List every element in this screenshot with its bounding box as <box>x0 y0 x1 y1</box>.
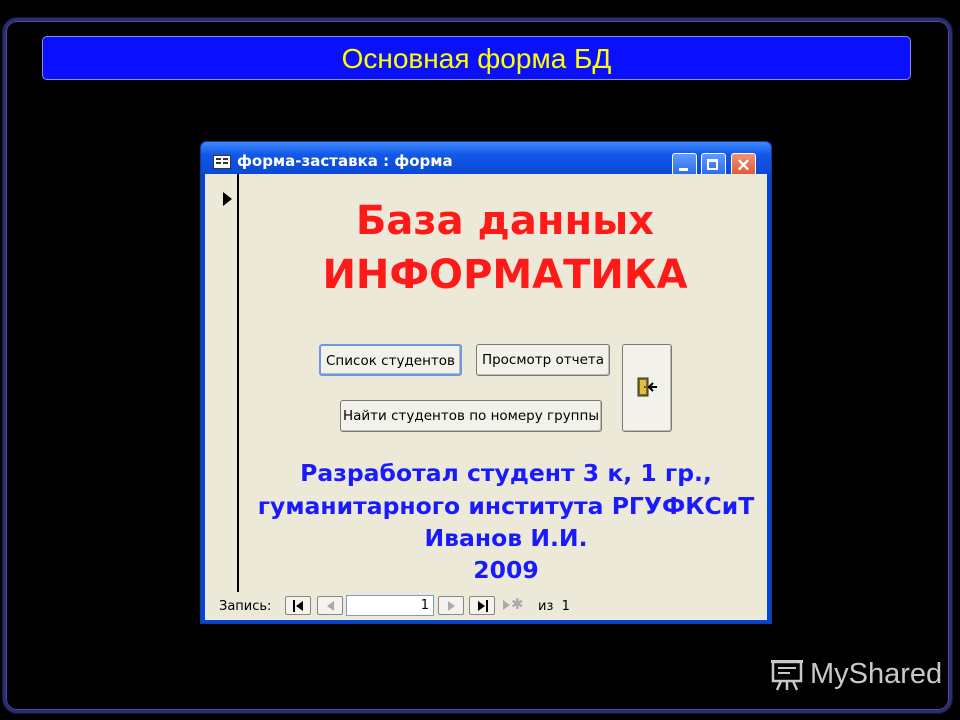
of-label: из <box>538 599 554 614</box>
current-record-input[interactable]: 1 <box>346 595 434 616</box>
total-records: 1 <box>561 599 570 614</box>
record-label: Запись: <box>219 599 272 614</box>
previous-record-icon <box>327 601 334 611</box>
first-record-icon <box>293 600 295 612</box>
next-record-icon <box>448 601 455 611</box>
record-navigation-bar: Запись: 1 ✱ из 1 <box>205 592 767 620</box>
current-record-arrow-icon <box>223 192 232 206</box>
new-record-button[interactable]: ✱ <box>501 596 527 615</box>
record-count: из 1 <box>538 599 570 614</box>
credits-line: Разработал студент 3 к, 1 гр., <box>300 459 712 487</box>
presentation-board-icon <box>771 660 803 691</box>
students-list-button[interactable]: Список студентов <box>319 344 462 376</box>
form-icon <box>213 155 231 169</box>
previous-record-button[interactable] <box>317 596 343 615</box>
find-by-group-button[interactable]: Найти студентов по номеру группы <box>340 400 602 432</box>
watermark: MyShared <box>770 655 942 693</box>
form-heading-line1: База данных <box>355 198 655 244</box>
slide-title: Основная форма БД <box>341 43 612 74</box>
new-record-icon <box>503 600 510 610</box>
next-record-button[interactable] <box>438 596 464 615</box>
form-heading-line2: ИНФОРМАТИКА <box>322 252 688 298</box>
view-report-button[interactable]: Просмотр отчета <box>476 344 610 376</box>
record-selector[interactable] <box>205 174 239 592</box>
watermark-text: MyShared <box>810 657 943 690</box>
credits-line: Иванов И.И. <box>424 524 588 552</box>
form-client-area: База данных ИНФОРМАТИКА Список студентов… <box>205 174 767 620</box>
window-title: форма-заставка : форма <box>237 152 453 170</box>
credits-line: 2009 <box>473 556 539 584</box>
first-record-button[interactable] <box>285 596 311 615</box>
access-form-window: форма-заставка : форма ✕ База данных ИНФ… <box>200 141 772 624</box>
slide-title-bar: Основная форма БД <box>42 36 911 80</box>
exit-door-icon <box>637 377 657 397</box>
credits-line: гуманитарного института РГУФКСиТ <box>257 492 755 520</box>
last-record-button[interactable] <box>469 596 495 615</box>
last-record-icon <box>478 601 485 611</box>
exit-button[interactable] <box>622 344 672 432</box>
